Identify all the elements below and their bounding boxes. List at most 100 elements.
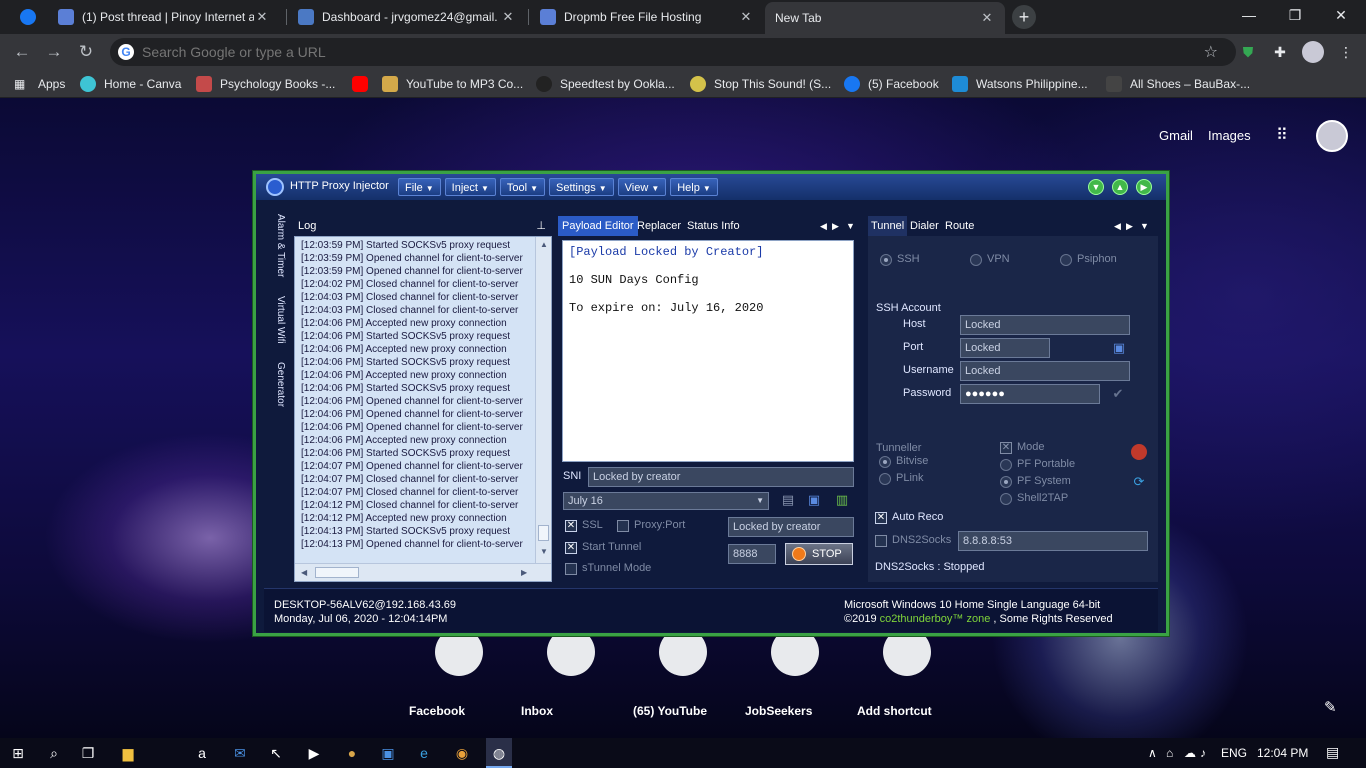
pf-portable-radio[interactable] — [1000, 459, 1012, 471]
ssh-radio[interactable] — [880, 254, 892, 266]
notifications-icon[interactable]: ▤ — [1326, 744, 1339, 761]
bookmark-stop-sound[interactable]: Stop This Sound! (S... — [690, 75, 831, 93]
reload-icon[interactable]: ↻ — [74, 40, 98, 64]
proxy-port-checkbox[interactable] — [617, 520, 629, 532]
scroll-up-icon[interactable]: ▲ — [540, 240, 548, 249]
bookmark-star-icon[interactable]: ☆ — [1204, 42, 1218, 62]
puzzle-extensions-icon[interactable]: ✚ — [1270, 42, 1290, 62]
vpn-radio[interactable] — [970, 254, 982, 266]
account-avatar[interactable] — [1316, 120, 1348, 152]
bookmark-youtube-red[interactable] — [352, 75, 376, 93]
username-input[interactable]: Locked — [960, 361, 1130, 381]
tab-replacer[interactable]: Replacer — [637, 216, 681, 236]
side-tab-virtual-wifi[interactable]: Virtual Wifi — [270, 296, 286, 344]
mail-icon[interactable]: ✉ — [230, 743, 250, 763]
bookmark-facebook[interactable]: (5) Facebook — [844, 75, 939, 93]
tray-chevron-icon[interactable]: ∧ — [1148, 746, 1157, 760]
ssh-port-input[interactable]: Locked — [960, 338, 1050, 358]
tab-new-tab[interactable]: New Tab ✕ — [765, 2, 1005, 34]
scroll-thumb[interactable] — [315, 567, 359, 578]
network-icon[interactable]: ⌂ — [1166, 746, 1173, 760]
clock[interactable]: 12:04 PM — [1257, 746, 1308, 760]
host-input[interactable]: Locked — [960, 315, 1130, 335]
password-input[interactable]: ●●●●●● — [960, 384, 1100, 404]
cursor-app-icon[interactable]: ↖ — [266, 743, 286, 763]
back-arrow-icon[interactable]: ← — [10, 40, 34, 64]
address-input[interactable] — [142, 42, 1142, 62]
dns-input[interactable]: 8.8.8.8:53 — [958, 531, 1148, 551]
tab-status-info[interactable]: Status Info — [687, 216, 740, 236]
log-list[interactable]: [12:03:59 PM] Started SOCKSv5 proxy requ… — [294, 236, 552, 582]
close-window-button[interactable]: ✕ — [1318, 0, 1364, 30]
plink-radio[interactable] — [879, 473, 891, 485]
tab-dropmb[interactable]: Dropmb Free File Hosting ✕ — [530, 0, 764, 34]
tab-dialer[interactable]: Dialer — [910, 216, 939, 236]
google-apps-icon[interactable]: ⠿ — [1276, 127, 1294, 145]
bookmark-psychology[interactable]: Psychology Books -... — [196, 75, 335, 93]
chrome-icon[interactable]: ◉ — [452, 743, 472, 763]
menu-tool[interactable]: Tool ▼ — [499, 178, 545, 196]
task-view-icon[interactable]: ❐ — [78, 743, 98, 763]
port-input[interactable]: 8888 — [728, 544, 776, 564]
tab-scroll-left-icon[interactable]: ◀ — [1114, 216, 1121, 236]
stop-button[interactable]: STOP — [785, 543, 853, 565]
close-icon[interactable]: ✕ — [500, 9, 516, 25]
restore-button[interactable]: ❐ — [1272, 0, 1318, 30]
bitvise-radio[interactable] — [879, 456, 891, 468]
stunnel-checkbox[interactable] — [565, 563, 577, 575]
bookmark-apps[interactable]: ▦ Apps — [14, 75, 65, 93]
amazon-icon[interactable]: a — [192, 743, 212, 763]
tab-pinoy-internet[interactable]: (1) Post thread | Pinoy Internet an ✕ — [48, 0, 280, 34]
tab-route[interactable]: Route — [945, 216, 974, 236]
scroll-thumb[interactable] — [538, 525, 549, 541]
checkmark-icon[interactable]: ✔ — [1110, 386, 1126, 402]
shell2tap-radio[interactable] — [1000, 493, 1012, 505]
menu-settings[interactable]: Settings ▼ — [548, 178, 614, 196]
payload-editor[interactable]: [Payload Locked by Creator] 10 SUN Days … — [562, 240, 854, 462]
copyright-brand[interactable]: co2thunderboy™ zone — [880, 613, 991, 625]
start-tunnel-checkbox[interactable]: ✕ — [565, 542, 577, 554]
maximize-up-icon[interactable]: ▲ — [1112, 179, 1128, 195]
menu-help[interactable]: Help ▼ — [670, 178, 718, 196]
shield-extension-icon[interactable]: ⛊ — [1238, 42, 1258, 62]
refresh-icon[interactable]: ⟳ — [1131, 474, 1147, 490]
bookmark-watsons[interactable]: Watsons Philippine... — [952, 75, 1088, 93]
tab-dashboard[interactable]: Dashboard - jrvgomez24@gmail. ✕ — [288, 0, 526, 34]
minimize-button[interactable]: — — [1226, 0, 1272, 30]
language-indicator[interactable]: ENG — [1221, 746, 1247, 760]
volume-icon[interactable]: ♪ — [1200, 746, 1206, 760]
pf-system-radio[interactable] — [1000, 476, 1012, 488]
dns2socks-checkbox[interactable] — [875, 535, 887, 547]
sni-input[interactable]: Locked by creator — [588, 467, 854, 487]
new-tab-button[interactable]: + — [1012, 5, 1036, 29]
close-icon[interactable]: ✕ — [254, 9, 270, 25]
media-player-icon[interactable]: ▶ — [304, 743, 324, 763]
file-explorer-icon[interactable]: ▆ — [118, 743, 138, 763]
gmail-link[interactable]: Gmail — [1159, 128, 1193, 143]
search-icon[interactable]: ⌕ — [44, 743, 64, 763]
tab-scroll-right-icon[interactable]: ▶ — [832, 216, 839, 236]
windows-start-icon[interactable]: ⊞ — [8, 743, 28, 763]
menu-file[interactable]: File ▼ — [398, 178, 441, 196]
log-horizontal-scrollbar[interactable]: ◀ ▶ — [295, 563, 551, 581]
psiphon-radio[interactable] — [1060, 254, 1072, 266]
bookmark-speedtest[interactable]: Speedtest by Ookla... — [536, 75, 675, 93]
save-disk-icon[interactable]: ▣ — [806, 492, 822, 508]
profile-select[interactable]: July 16 ▼ — [563, 492, 769, 510]
scroll-left-icon[interactable]: ◀ — [301, 568, 307, 577]
forward-arrow-icon[interactable]: → — [42, 40, 66, 64]
bookmark-canva[interactable]: Home - Canva — [80, 75, 181, 93]
trash-icon[interactable]: ▥ — [834, 492, 850, 508]
onedrive-icon[interactable]: ☁ — [1184, 746, 1196, 760]
scroll-right-icon[interactable]: ▶ — [521, 568, 527, 577]
bookmark-yt-mp3[interactable]: YouTube to MP3 Co... — [382, 75, 523, 93]
bookmark-baubax[interactable]: All Shoes – BauBax-... — [1106, 75, 1250, 93]
side-tab-generator[interactable]: Generator — [270, 362, 286, 407]
store-icon[interactable]: ▣ — [378, 743, 398, 763]
scroll-down-icon[interactable]: ▼ — [540, 547, 548, 556]
close-icon[interactable]: ✕ — [979, 10, 995, 26]
game-app-icon[interactable]: ● — [342, 743, 362, 763]
new-file-icon[interactable]: ▤ — [780, 492, 796, 508]
proxy-injector-taskbar-icon[interactable]: ◍ — [486, 738, 512, 768]
images-link[interactable]: Images — [1208, 128, 1251, 143]
